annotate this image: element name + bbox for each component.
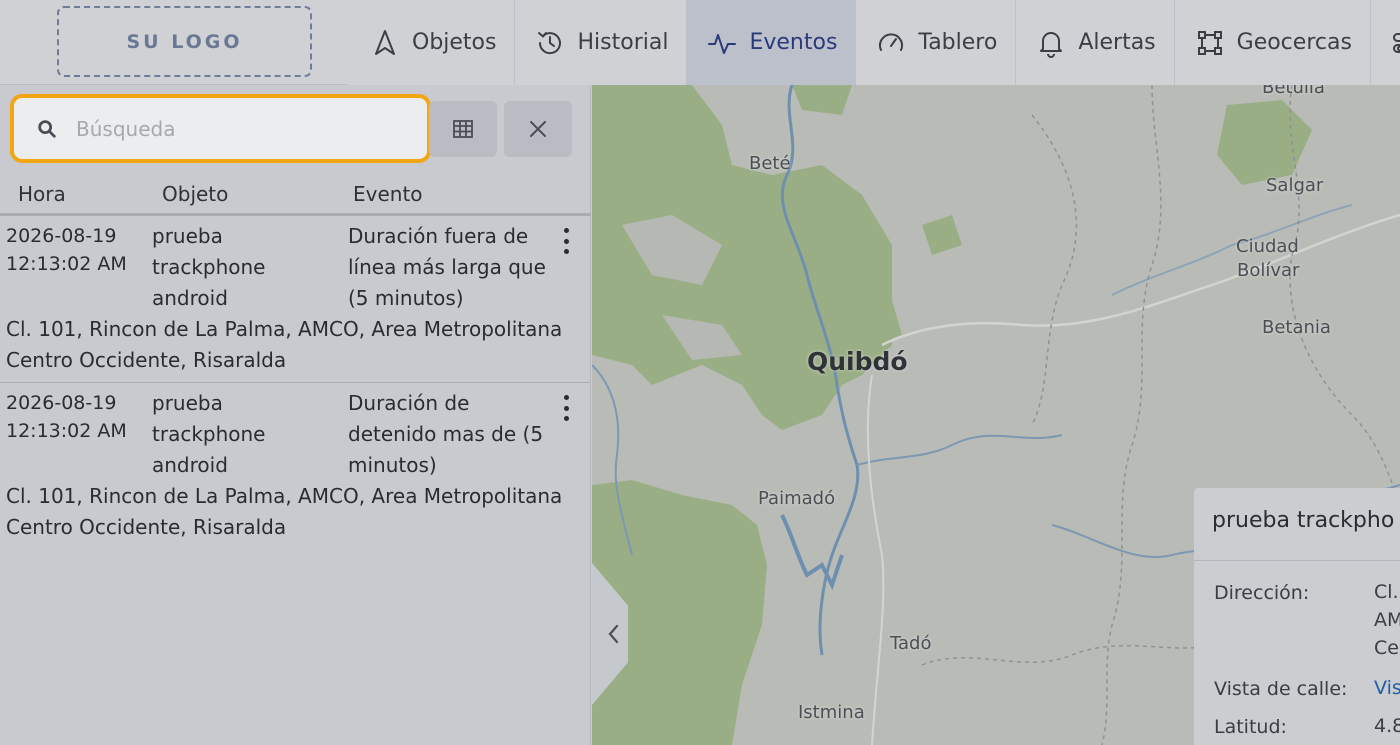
nav-label: Eventos (749, 30, 838, 55)
chevron-left-icon (608, 624, 619, 644)
map-label-place: Salgar (1266, 175, 1324, 196)
nav-label: Objetos (412, 30, 497, 55)
top-bar: SU LOGO Objetos Historial Eventos Tabler… (0, 0, 1400, 85)
event-clock: 12:13:02 AM (6, 253, 127, 275)
event-clock: 12:13:02 AM (6, 420, 127, 442)
nav-item-geocercas[interactable]: Geocercas (1174, 0, 1371, 85)
table-view-button[interactable] (429, 101, 497, 157)
map-label-place: Beté (749, 153, 791, 174)
map-label-place: Ciudad (1236, 236, 1299, 257)
event-address: Cl. 101, Rincon de La Palma, AMCO, Area … (6, 317, 563, 372)
event-row[interactable]: 2026-08-19 12:13:02 AM prueba trackphone… (0, 216, 590, 383)
nav-label: Alertas (1078, 30, 1156, 55)
column-header-time[interactable]: Hora (18, 182, 66, 206)
popup-title: prueba trackpho (1212, 508, 1395, 533)
nav-label: Historial (577, 30, 669, 55)
event-date: 2026-08-19 (6, 225, 117, 247)
more-options-icon[interactable] (556, 228, 576, 254)
event-row[interactable]: 2026-08-19 12:13:02 AM prueba trackphone… (0, 383, 590, 550)
map-label-place: Betania (1262, 317, 1331, 338)
map-label-place: Istmina (798, 702, 865, 723)
nav-label: Geocercas (1236, 30, 1352, 55)
search-icon (38, 119, 56, 138)
event-object: prueba trackphone android (152, 391, 266, 477)
close-icon (530, 121, 546, 137)
popup-lat-value: 4.8 (1374, 715, 1400, 737)
event-address: Cl. 101, Rincon de La Palma, AMCO, Area … (6, 484, 563, 539)
map-view[interactable]: Betulia Beté Salgar Ciudad Bolívar Betan… (592, 85, 1400, 745)
nav-item-alertas[interactable]: Alertas (1016, 0, 1175, 85)
popup-street-link[interactable]: Vis (1374, 674, 1400, 702)
popup-address-label: Dirección: (1214, 582, 1310, 604)
popup-address-line: Cl. (1374, 581, 1399, 603)
settings-sliders-icon (1392, 32, 1400, 53)
popup-divider (1194, 560, 1400, 561)
nav-item-more[interactable]: R (1370, 0, 1400, 85)
history-icon (538, 31, 562, 54)
search-box[interactable] (10, 94, 431, 163)
logo-placeholder[interactable]: SU LOGO (57, 6, 312, 77)
nav-label: Tablero (918, 30, 998, 55)
nav-item-tablero[interactable]: Tablero (856, 0, 1017, 85)
map-label-city: Quibdó (807, 347, 908, 376)
nav-item-historial[interactable]: Historial (515, 0, 688, 85)
map-label-place: Paimadó (758, 488, 836, 509)
nav-item-eventos[interactable]: Eventos (687, 0, 857, 85)
event-description: Duración de detenido mas de (5 minutos) (348, 391, 544, 477)
navigation-arrow-icon (375, 29, 395, 55)
main-nav: Objetos Historial Eventos Tablero Alerta… (348, 0, 1400, 85)
events-table-header: Hora Objeto Evento (0, 178, 591, 216)
geofence-square-icon (1197, 30, 1222, 55)
popup-lat-label: Latitud: (1214, 716, 1287, 738)
more-options-icon[interactable] (556, 395, 576, 421)
map-label-place: Betulia (1262, 85, 1325, 98)
event-date: 2026-08-19 (6, 392, 117, 414)
popup-street-label: Vista de calle: (1214, 678, 1348, 700)
popup-address-line: AM (1374, 609, 1400, 631)
table-icon (453, 120, 473, 138)
activity-pulse-icon (708, 33, 737, 54)
object-info-popup: prueba trackpho Dirección: Cl. AM Ce Vis… (1194, 488, 1400, 745)
search-input[interactable] (76, 116, 396, 141)
map-label-place: Tadó (890, 633, 932, 654)
popup-address-line: Ce (1374, 637, 1399, 659)
event-description: Duración fuera de línea más larga que (5… (348, 224, 546, 310)
events-panel: Hora Objeto Evento 2026-08-19 12:13:02 A… (0, 85, 591, 745)
close-button[interactable] (504, 101, 572, 157)
gauge-icon (879, 32, 904, 51)
nav-item-objetos[interactable]: Objetos (348, 0, 516, 85)
event-object: prueba trackphone android (152, 224, 266, 310)
bell-icon (1040, 31, 1063, 58)
event-time: 2026-08-19 12:13:02 AM (6, 222, 146, 278)
event-time: 2026-08-19 12:13:02 AM (6, 389, 146, 445)
column-header-event[interactable]: Evento (353, 182, 423, 206)
column-header-object[interactable]: Objeto (162, 182, 228, 206)
map-label-place: Bolívar (1237, 260, 1300, 281)
